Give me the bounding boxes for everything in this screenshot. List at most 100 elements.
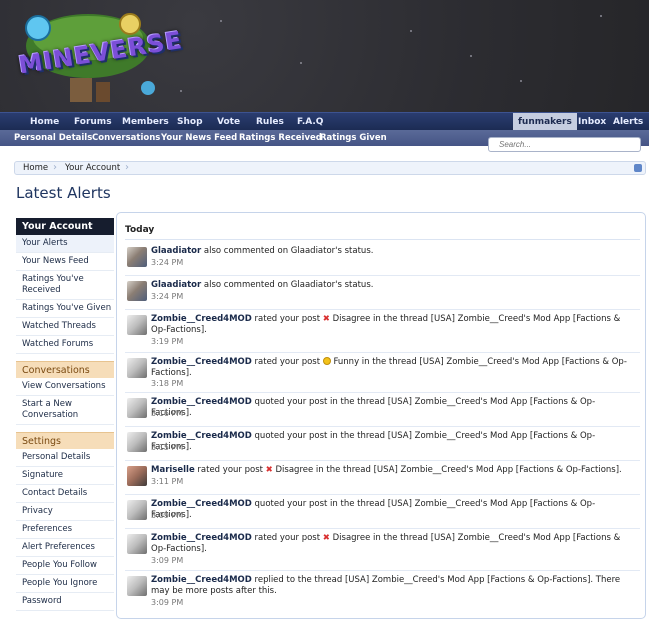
alert-user[interactable]: Glaadiator — [151, 280, 201, 290]
star — [520, 80, 522, 82]
star — [300, 62, 302, 64]
alert-text: Zombie__Creed4MOD quoted your post in th… — [151, 397, 631, 419]
alert-text: Zombie__Creed4MOD quoted your post in th… — [151, 431, 631, 453]
avatar[interactable] — [127, 315, 147, 335]
sidebar-item-view-conversations[interactable]: View Conversations — [16, 378, 114, 396]
sidebar-item-people-you-follow[interactable]: People You Follow — [16, 557, 114, 575]
sidebar-item-signature[interactable]: Signature — [16, 467, 114, 485]
alert-time: 3:15 PM — [151, 443, 184, 452]
alerts-day-heading: Today — [125, 225, 640, 240]
site-logo[interactable]: MINEVERSE — [8, 8, 184, 108]
sidebar-item-watched-threads[interactable]: Watched Threads — [16, 318, 114, 336]
nav-faq[interactable]: F.A.Q — [297, 113, 323, 131]
sidebar-head-settings: Settings — [16, 432, 114, 449]
alert-time: 3:24 PM — [151, 292, 184, 301]
page-content: Home › Your Account › Latest Alerts Your… — [0, 146, 649, 619]
sidebar-item-contact-details[interactable]: Contact Details — [16, 485, 114, 503]
star — [410, 30, 412, 32]
alert-action: rated your post — [251, 357, 323, 367]
alert-item[interactable]: Zombie__Creed4MOD rated your post Funny … — [125, 352, 640, 393]
sidebar-item-password[interactable]: Password — [16, 593, 114, 611]
alert-user[interactable]: Zombie__Creed4MOD — [151, 575, 252, 585]
sidebar-head-conversations: Conversations — [16, 361, 114, 378]
alert-text: Zombie__Creed4MOD replied to the thread … — [151, 575, 631, 597]
alert-user[interactable]: Zombie__Creed4MOD — [151, 533, 252, 543]
alert-text: Glaadiator also commented on Glaadiator'… — [151, 246, 631, 257]
avatar[interactable] — [127, 432, 147, 452]
sidebar-item-start-conversation[interactable]: Start a New Conversation — [16, 396, 114, 425]
avatar[interactable] — [127, 466, 147, 486]
alert-user[interactable]: Zombie__Creed4MOD — [151, 314, 252, 324]
alert-action: rated your post — [251, 314, 323, 324]
subnav-ratings-given[interactable]: Ratings Given — [320, 130, 387, 146]
avatar[interactable] — [127, 576, 147, 596]
rating-name: Disagree — [332, 314, 371, 324]
breadcrumb-home[interactable]: Home — [23, 162, 48, 174]
rating-name: Disagree — [332, 533, 371, 543]
alert-action[interactable]: also commented on Glaadiator's status. — [201, 280, 374, 290]
sidebar-item-people-you-ignore[interactable]: People You Ignore — [16, 575, 114, 593]
alert-item[interactable]: Glaadiator also commented on Glaadiator'… — [125, 241, 640, 276]
alert-item[interactable]: Zombie__Creed4MOD rated your post ✖ Disa… — [125, 528, 640, 571]
search-input[interactable] — [488, 137, 641, 152]
nav-home[interactable]: Home — [30, 113, 59, 131]
sidebar-item-ratings-received[interactable]: Ratings You've Received — [16, 271, 114, 300]
nav-inbox[interactable]: Inbox — [578, 113, 606, 131]
jump-menu-icon[interactable] — [634, 164, 642, 172]
site-header: MINEVERSE — [0, 0, 649, 112]
subnav-conversations[interactable]: Conversations — [92, 130, 160, 146]
sidebar-item-news-feed[interactable]: Your News Feed — [16, 253, 114, 271]
nav-members[interactable]: Members — [122, 113, 169, 131]
avatar[interactable] — [127, 358, 147, 378]
alert-item[interactable]: Zombie__Creed4MOD quoted your post in th… — [125, 494, 640, 529]
alert-item[interactable]: Mariselle rated your post ✖ Disagree in … — [125, 460, 640, 495]
star — [600, 15, 602, 17]
nav-user-account[interactable]: funmakers — [513, 113, 577, 131]
alert-user[interactable]: Glaadiator — [151, 246, 201, 256]
subnav-news-feed[interactable]: Your News Feed — [161, 130, 237, 146]
alert-item[interactable]: Zombie__Creed4MOD rated your post ✖ Disa… — [125, 309, 640, 353]
nav-forums[interactable]: Forums — [74, 113, 112, 131]
alert-user[interactable]: Zombie__Creed4MOD — [151, 397, 252, 407]
nav-vote[interactable]: Vote — [217, 113, 240, 131]
subnav-personal-details[interactable]: Personal Details — [14, 130, 92, 146]
sidebar-item-preferences[interactable]: Preferences — [16, 521, 114, 539]
sidebar-item-ratings-given[interactable]: Ratings You've Given — [16, 300, 114, 318]
alert-user[interactable]: Zombie__Creed4MOD — [151, 357, 252, 367]
rating-name: Disagree — [275, 465, 314, 475]
sidebar-item-watched-forums[interactable]: Watched Forums — [16, 336, 114, 354]
alert-item[interactable]: Glaadiator also commented on Glaadiator'… — [125, 275, 640, 310]
nav-rules[interactable]: Rules — [256, 113, 284, 131]
alert-item[interactable]: Zombie__Creed4MOD quoted your post in th… — [125, 426, 640, 461]
alert-item[interactable]: Zombie__Creed4MOD replied to the thread … — [125, 570, 640, 612]
breadcrumb-separator-icon: › — [53, 162, 57, 173]
avatar[interactable] — [127, 281, 147, 301]
alert-item[interactable]: Zombie__Creed4MOD quoted your post in th… — [125, 392, 640, 427]
alert-action: rated your post — [194, 465, 266, 475]
page-title: Latest Alerts — [16, 184, 111, 202]
sidebar-item-your-alerts[interactable]: Your Alerts — [16, 235, 114, 253]
avatar[interactable] — [127, 398, 147, 418]
alert-time: 3:11 PM — [151, 477, 184, 486]
alert-text: Zombie__Creed4MOD rated your post ✖ Disa… — [151, 314, 631, 336]
subnav-ratings-received[interactable]: Ratings Received — [239, 130, 322, 146]
alert-user[interactable]: Mariselle — [151, 465, 195, 475]
star — [180, 90, 182, 92]
avatar[interactable] — [127, 247, 147, 267]
sidebar-item-privacy[interactable]: Privacy — [16, 503, 114, 521]
avatar[interactable] — [127, 534, 147, 554]
nav-alerts[interactable]: Alerts — [613, 113, 643, 131]
alert-time: 3:09 PM — [151, 598, 184, 607]
breadcrumb-your-account[interactable]: Your Account — [65, 162, 120, 174]
sidebar-item-personal-details[interactable]: Personal Details — [16, 449, 114, 467]
alert-user[interactable]: Zombie__Creed4MOD — [151, 431, 252, 441]
alert-user[interactable]: Zombie__Creed4MOD — [151, 499, 252, 509]
sidebar-item-alert-preferences[interactable]: Alert Preferences — [16, 539, 114, 557]
alert-action[interactable]: also commented on Glaadiator's status. — [201, 246, 374, 256]
breadcrumb-separator-icon: › — [125, 162, 129, 173]
main-nav: Home Forums Members Shop Vote Rules F.A.… — [0, 112, 649, 131]
avatar[interactable] — [127, 500, 147, 520]
alert-thread-link[interactable]: in the thread [USA] Zombie__Creed's Mod … — [313, 465, 622, 475]
alert-time: 3:18 PM — [151, 379, 184, 388]
nav-shop[interactable]: Shop — [177, 113, 203, 131]
